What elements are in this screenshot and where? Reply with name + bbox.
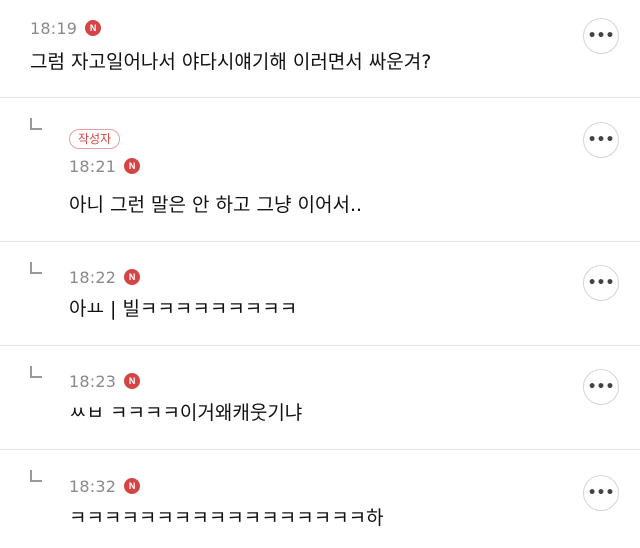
comment-time: 18:23 [69, 371, 117, 391]
more-dots-icon: ••• [587, 379, 615, 395]
comment-time: 18:22 [69, 267, 117, 287]
comment-item: 18:19 N 그럼 자고일어나서 야다시얘기해 이러면서 싸운겨? ••• [0, 0, 640, 98]
new-badge: N [85, 20, 102, 36]
comment-time: 18:21 [69, 156, 117, 176]
more-dots-icon: ••• [587, 132, 615, 148]
comment-meta: 18:23 N [69, 371, 141, 391]
more-options-button[interactable]: ••• [583, 122, 619, 158]
comment-meta: 18:21 N [69, 156, 141, 176]
new-badge: N [124, 158, 141, 174]
reply-arrow-icon [30, 118, 42, 130]
more-options-button[interactable]: ••• [583, 18, 619, 54]
comment-text: ㅆㅂ ㅋㅋㅋㅋ이거왜캐웃기냐 [69, 402, 303, 424]
author-badge: 작성자 [69, 129, 121, 149]
reply-item: 18:32 N ㅋㅋㅋㅋㅋㅋㅋㅋㅋㅋㅋㅋㅋㅋㅋㅋㅋ하 ••• [0, 450, 640, 548]
more-dots-icon: ••• [587, 28, 615, 44]
comment-time: 18:32 [69, 476, 117, 496]
more-dots-icon: ••• [587, 275, 615, 291]
new-badge: N [124, 269, 141, 285]
comment-text: 그럼 자고일어나서 야다시얘기해 이러면서 싸운겨? [30, 51, 432, 73]
new-badge: N [124, 373, 141, 389]
comment-text: 아니 그런 말은 안 하고 그냥 이어서.. [69, 194, 363, 216]
reply-item: 작성자 18:21 N 아니 그런 말은 안 하고 그냥 이어서.. ••• [0, 98, 640, 242]
comment-time: 18:19 [30, 18, 78, 38]
new-badge: N [124, 478, 141, 494]
reply-arrow-icon [30, 262, 42, 274]
comment-meta: 18:22 N [69, 267, 141, 287]
more-options-button[interactable]: ••• [583, 475, 619, 511]
more-options-button[interactable]: ••• [583, 265, 619, 301]
more-options-button[interactable]: ••• [583, 369, 619, 405]
comment-text: ㅋㅋㅋㅋㅋㅋㅋㅋㅋㅋㅋㅋㅋㅋㅋㅋㅋ하 [69, 507, 384, 529]
comment-meta: 18:32 N [69, 476, 141, 496]
comment-meta: 18:19 N [30, 18, 102, 38]
more-dots-icon: ••• [587, 485, 615, 501]
reply-arrow-icon [30, 366, 42, 378]
reply-item: 18:22 N 아ㅛ | 빌ㅋㅋㅋㅋㅋㅋㅋㅋㅋ ••• [0, 242, 640, 346]
comment-text: 아ㅛ | 빌ㅋㅋㅋㅋㅋㅋㅋㅋㅋ [69, 298, 298, 320]
reply-arrow-icon [30, 470, 42, 482]
reply-item: 18:23 N ㅆㅂ ㅋㅋㅋㅋ이거왜캐웃기냐 ••• [0, 346, 640, 450]
